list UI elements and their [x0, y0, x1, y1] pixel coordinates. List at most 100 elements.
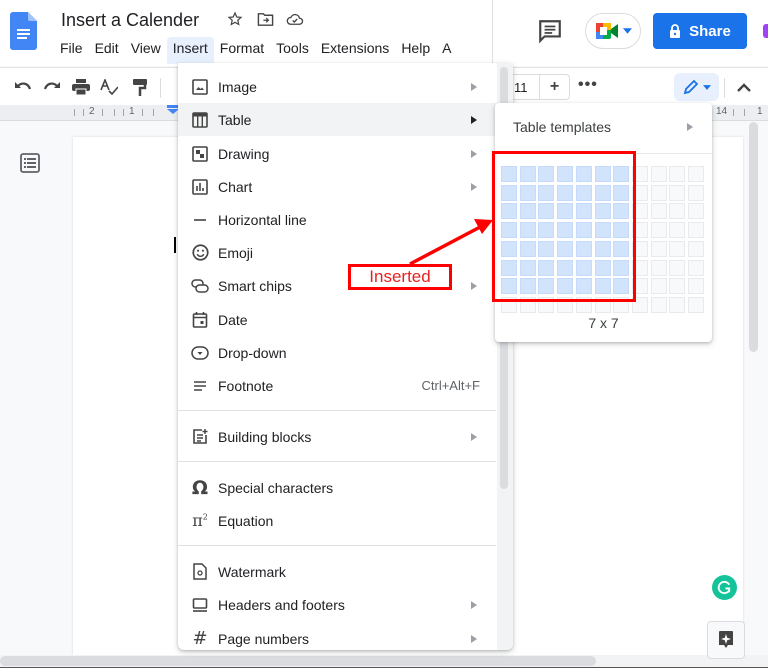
building-blocks-icon [190, 427, 210, 447]
menu-accessibility[interactable]: A [436, 37, 457, 64]
grid-cell[interactable] [669, 296, 686, 313]
share-button[interactable]: Share [653, 13, 747, 49]
font-size-input[interactable]: 11 [511, 75, 541, 99]
grid-cell[interactable] [669, 278, 686, 295]
submenu-arrow-icon [471, 600, 477, 609]
grid-cell[interactable] [669, 166, 686, 182]
increase-font-size-button[interactable]: + [540, 75, 569, 99]
grid-cell[interactable] [650, 278, 667, 295]
more-options-button[interactable]: ••• [578, 76, 598, 94]
grid-cell[interactable] [688, 259, 704, 276]
grid-cell[interactable] [688, 203, 704, 220]
ruler-number: 2 [89, 106, 95, 117]
pencil-icon [683, 79, 698, 95]
print-icon[interactable] [71, 77, 91, 97]
grid-cell[interactable] [688, 222, 704, 239]
meet-button[interactable] [585, 13, 641, 49]
grid-cell[interactable] [650, 222, 667, 239]
menu-item-label: Watermark [218, 563, 286, 580]
title-actions [226, 10, 304, 28]
grammarly-icon [717, 580, 731, 595]
grid-cell[interactable] [669, 240, 686, 257]
vertical-scrollbar-thumb[interactable] [749, 122, 758, 352]
menu-item-image[interactable]: Image [178, 70, 498, 103]
redo-icon[interactable] [42, 77, 62, 97]
grid-cell[interactable] [669, 259, 686, 276]
menu-divider [178, 410, 496, 411]
annotation-highlight-box [492, 151, 636, 302]
menu-format[interactable]: Format [214, 37, 270, 64]
text-cursor [174, 237, 176, 253]
grid-cell[interactable] [650, 203, 667, 220]
undo-icon[interactable] [13, 77, 33, 97]
grid-cell[interactable] [650, 240, 667, 257]
spellcheck-icon[interactable] [99, 77, 119, 97]
grid-cell[interactable] [688, 278, 704, 295]
docs-logo-icon[interactable] [10, 12, 37, 50]
menu-item-chart[interactable]: Chart [178, 170, 498, 203]
smart-chips-icon [190, 276, 210, 296]
grid-cell[interactable] [688, 296, 704, 313]
menu-item-horizontal-line[interactable]: Horizontal line [178, 203, 498, 236]
menu-item-table[interactable]: Table [178, 103, 498, 136]
menu-item-date[interactable]: Date [178, 303, 498, 336]
table-templates-label: Table templates [513, 119, 612, 135]
menu-file[interactable]: File [54, 37, 89, 64]
menu-item-watermark[interactable]: Watermark [178, 555, 498, 588]
menu-edit[interactable]: Edit [89, 37, 125, 64]
menu-view[interactable]: View [125, 37, 167, 64]
horizontal-scrollbar-thumb[interactable] [0, 656, 596, 666]
menu-extensions[interactable]: Extensions [315, 37, 395, 64]
drawing-icon [190, 144, 210, 164]
grid-cell[interactable] [688, 166, 704, 182]
cloud-saved-icon[interactable] [286, 10, 304, 28]
ruler-number: 1 [129, 106, 135, 117]
pi-icon: π2 [192, 511, 208, 530]
grammarly-button[interactable] [712, 575, 737, 600]
image-icon [190, 77, 210, 97]
menu-item-headers-and-footers[interactable]: Headers and footers [178, 588, 498, 621]
grid-cell[interactable] [688, 184, 704, 201]
document-title[interactable]: Insert a Calender [61, 10, 199, 31]
menu-help[interactable]: Help [395, 37, 436, 64]
grid-cell[interactable] [650, 166, 667, 182]
menu-item-drawing[interactable]: Drawing [178, 137, 498, 170]
explore-button[interactable] [707, 621, 745, 659]
move-folder-icon[interactable] [256, 10, 274, 28]
hide-menus-button[interactable] [733, 76, 755, 98]
chart-icon [190, 177, 210, 197]
header-divider [492, 0, 493, 66]
comment-history-icon[interactable] [537, 18, 563, 44]
grid-cell[interactable] [688, 240, 704, 257]
menu-tools[interactable]: Tools [270, 37, 315, 64]
editing-mode-button[interactable] [674, 73, 719, 101]
grid-cell[interactable] [650, 184, 667, 201]
omega-icon: Ω [191, 476, 209, 499]
menu-item-footnote[interactable]: Footnote Ctrl+Alt+F [178, 369, 498, 402]
horizontal-line-icon [190, 210, 210, 230]
grid-cell[interactable] [650, 296, 667, 313]
menu-item-label: Equation [218, 512, 274, 529]
menu-item-label: Date [218, 311, 248, 328]
menu-item-equation[interactable]: π2 Equation [178, 504, 498, 537]
star-icon[interactable] [226, 10, 244, 28]
submenu-arrow-icon [687, 123, 693, 131]
grid-cell[interactable] [669, 222, 686, 239]
menu-item-label: Chart [218, 178, 253, 195]
paint-format-icon[interactable] [130, 77, 150, 97]
annotation-label: Inserted [348, 264, 452, 290]
table-templates-item[interactable]: Table templates [495, 109, 712, 145]
grid-cell[interactable] [669, 184, 686, 201]
menu-item-special-characters[interactable]: Ω Special characters [178, 471, 498, 504]
grid-cell[interactable] [650, 259, 667, 276]
grid-cell[interactable] [669, 203, 686, 220]
menu-item-building-blocks[interactable]: Building blocks [178, 420, 498, 453]
document-outline-icon[interactable] [20, 153, 40, 173]
avatar[interactable] [763, 24, 768, 38]
menu-item-drop-down[interactable]: Drop-down [178, 336, 498, 369]
explore-sparkle-icon [719, 631, 733, 648]
font-size-control[interactable]: 11 + [510, 74, 570, 100]
menu-item-page-numbers[interactable]: # Page numbers [178, 622, 498, 650]
toolbar-separator [160, 78, 161, 98]
menu-insert[interactable]: Insert [166, 37, 214, 64]
